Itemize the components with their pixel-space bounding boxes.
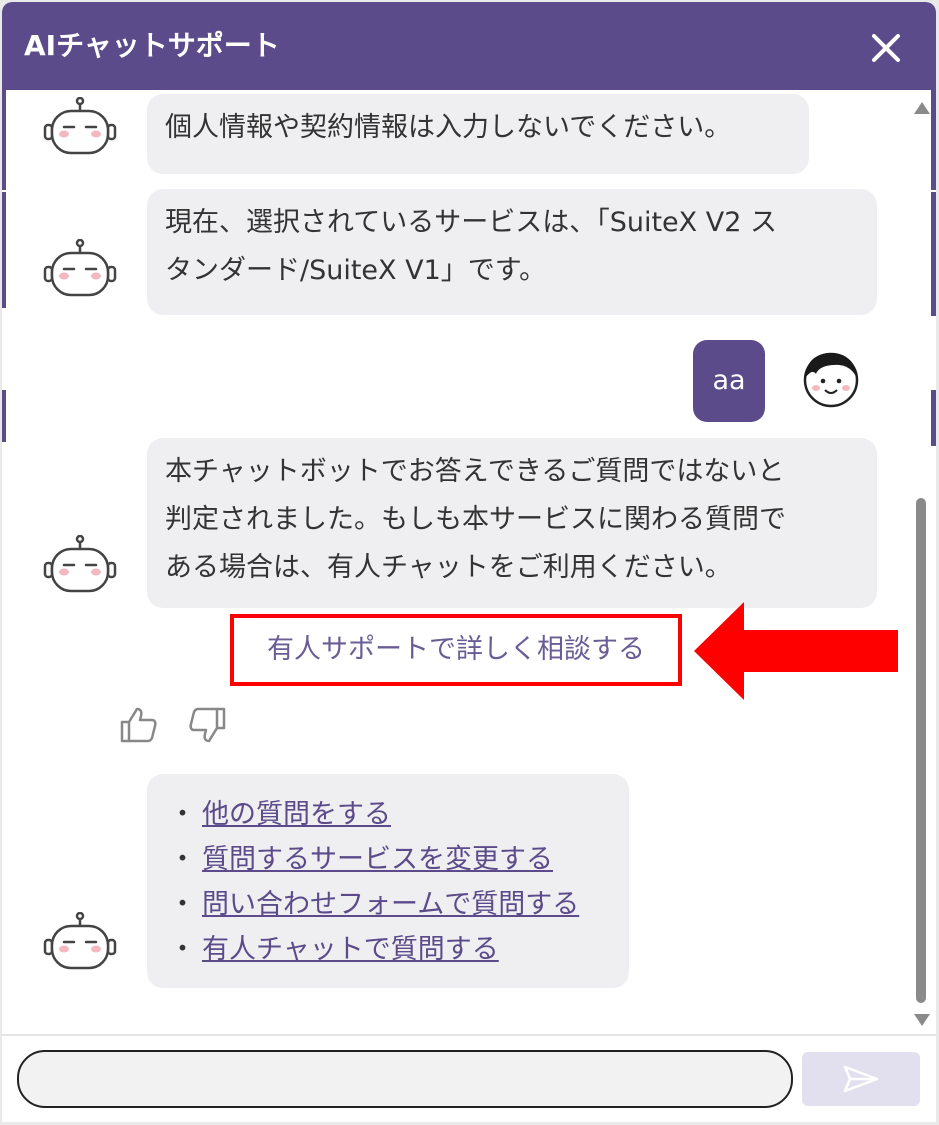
thumbs-up-icon	[120, 707, 157, 743]
menu-item: ・問い合わせフォームで質問する	[169, 882, 579, 927]
robot-icon	[43, 911, 117, 970]
scroll-up-arrow-icon[interactable]	[912, 98, 932, 118]
scrollbar-thumb[interactable]	[916, 498, 926, 1003]
bot-avatar	[40, 911, 120, 972]
chat-window: AIチャットサポート 個人情報や契約情報は入力しないでください。 現在、選択され…	[2, 2, 936, 1122]
message-line: 本チャットボットでお答えできるご質問ではないと	[165, 456, 785, 487]
backdrop-edge-left	[2, 90, 6, 590]
menu-link-inquiry-form[interactable]: 問い合わせフォームで質問する	[202, 889, 579, 920]
bot-message: 現在、選択されているサービスは、「SuiteX V2 ス タンダード/Suite…	[147, 189, 877, 315]
thumbs-down-icon	[189, 707, 226, 743]
human-support-link[interactable]: 有人サポートで詳しく相談する	[230, 614, 682, 686]
message-line: ある場合は、有人チャットをご利用ください。	[165, 552, 732, 583]
bullet: ・	[169, 889, 196, 920]
chat-title: AIチャットサポート	[24, 29, 280, 62]
send-icon	[843, 1065, 879, 1093]
user-face-icon	[803, 352, 859, 408]
bot-menu-message: ・他の質問をする ・質問するサービスを変更する ・問い合わせフォームで質問する …	[147, 774, 629, 988]
robot-icon	[43, 534, 117, 593]
close-button[interactable]	[862, 24, 910, 72]
bot-message: 個人情報や契約情報は入力しないでください。	[147, 94, 809, 174]
red-arrow-annotation	[694, 602, 898, 700]
menu-item: ・他の質問をする	[169, 792, 579, 837]
message-line: 現在、選択されているサービスは、「SuiteX V2 ス	[165, 207, 777, 238]
menu-item: ・有人チャットで質問する	[169, 927, 579, 972]
scroll-down-arrow-icon[interactable]	[912, 1010, 932, 1030]
bot-avatar	[40, 238, 120, 299]
message-line: タンダード/SuiteX V1」です。	[165, 255, 547, 286]
menu-link-change-service[interactable]: 質問するサービスを変更する	[202, 844, 553, 875]
menu-item: ・質問するサービスを変更する	[169, 837, 579, 882]
menu-list: ・他の質問をする ・質問するサービスを変更する ・問い合わせフォームで質問する …	[169, 792, 579, 972]
scrollbar[interactable]	[908, 96, 932, 1034]
close-icon	[872, 34, 900, 62]
chat-header: AIチャットサポート	[2, 2, 936, 90]
bot-message: 本チャットボットでお答えできるご質問ではないと 判定されました。もしも本サービス…	[147, 438, 877, 608]
robot-icon	[43, 96, 117, 155]
message-line: 個人情報や契約情報は入力しないでください。	[165, 112, 732, 143]
user-avatar	[798, 348, 864, 408]
menu-link-other-question[interactable]: 他の質問をする	[202, 799, 391, 830]
robot-icon	[43, 238, 117, 297]
bot-avatar	[40, 96, 120, 157]
bullet: ・	[169, 844, 196, 875]
send-button[interactable]	[802, 1052, 920, 1106]
bot-avatar	[40, 534, 120, 595]
message-input[interactable]	[17, 1050, 793, 1108]
bullet: ・	[169, 934, 196, 965]
footer-divider	[2, 1034, 936, 1036]
bullet: ・	[169, 799, 196, 830]
message-line: 判定されました。もしも本サービスに関わる質問で	[165, 504, 786, 535]
dislike-button[interactable]	[188, 705, 228, 745]
user-message: aa	[693, 340, 765, 422]
like-button[interactable]	[118, 705, 158, 745]
menu-link-human-chat[interactable]: 有人チャットで質問する	[202, 934, 499, 965]
